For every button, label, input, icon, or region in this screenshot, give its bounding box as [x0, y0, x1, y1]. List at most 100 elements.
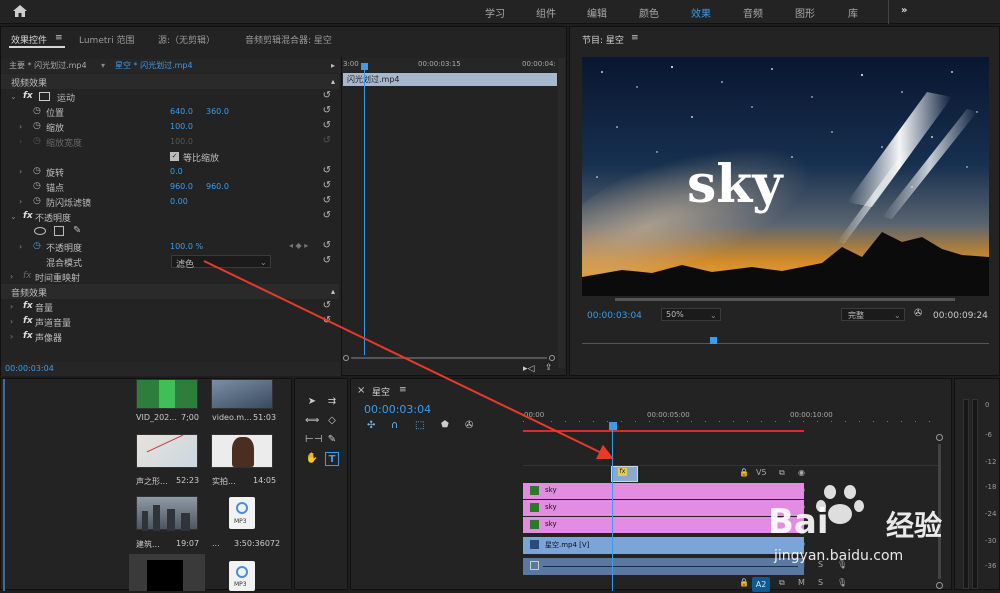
linked-selection-icon[interactable]: ⬚ [415, 420, 424, 431]
ellipse-mask-icon[interactable] [34, 227, 46, 235]
anchor-x-value[interactable]: 960.0 [170, 182, 193, 191]
reset-icon[interactable]: ↺ [323, 180, 331, 191]
expand-icon[interactable]: › [10, 302, 13, 311]
fx-icon[interactable]: fx [23, 301, 33, 311]
tab-audio-clip-mixer[interactable]: 音频剪辑混合器: 星空 [245, 33, 332, 46]
rotation-value[interactable]: 0.0 [170, 167, 183, 176]
snap-icon[interactable]: ∩ [391, 420, 398, 431]
selected-item-bg[interactable] [129, 554, 205, 591]
track-select-icon[interactable]: ⇉ [325, 395, 339, 409]
position-y-value[interactable]: 360.0 [206, 107, 229, 116]
media-thumbnail[interactable] [211, 434, 273, 468]
expand-icon[interactable]: › [10, 332, 13, 341]
expand-icon[interactable]: › [19, 122, 22, 131]
pen-tool-icon[interactable]: ✎ [325, 433, 339, 447]
export-icon[interactable]: ⇪ [545, 363, 553, 373]
microphone-icon[interactable]: 🎙 [837, 578, 847, 587]
ripple-edit-icon[interactable]: ⟺ [305, 414, 319, 428]
collapse-icon[interactable]: ▴ [331, 77, 335, 86]
v1-clip[interactable]: 星空.mp4 [V] [523, 537, 804, 554]
sequence-tab[interactable]: 星空 [372, 385, 390, 398]
mp3-file-icon[interactable]: MP3 [229, 561, 255, 591]
tab-lumetri-scopes[interactable]: Lumetri 范围 [79, 33, 134, 46]
sync-lock-icon[interactable]: ⧉ [779, 578, 785, 588]
transform-icon[interactable] [39, 92, 50, 101]
timeline-playhead-handle[interactable] [609, 422, 617, 430]
timeline-vscroll[interactable] [936, 434, 943, 591]
media-thumbnail[interactable] [136, 496, 198, 531]
program-scrubber[interactable] [582, 337, 989, 347]
pen-mask-icon[interactable]: ✎ [73, 225, 81, 236]
media-thumbnail[interactable] [211, 379, 273, 409]
dropdown-icon[interactable]: ▾ [101, 61, 105, 70]
video-preview[interactable]: sky [582, 57, 989, 296]
stopwatch-icon[interactable]: ◷ [33, 196, 41, 206]
nest-icon[interactable]: ✣ [367, 420, 375, 431]
hand-tool-icon[interactable]: ✋ [305, 452, 319, 466]
mini-clip[interactable]: 闪光划过.mp4 [343, 73, 557, 86]
mp3-file-icon[interactable]: MP3 [229, 497, 255, 529]
scroll-handle-right[interactable] [549, 355, 555, 361]
expand-icon[interactable]: › [19, 167, 22, 176]
close-icon[interactable]: × [357, 385, 365, 396]
scroll-handle[interactable] [936, 582, 943, 589]
play-only-icon[interactable]: ▸ [331, 61, 335, 70]
panel-menu-icon[interactable]: ≡ [399, 385, 407, 395]
expand-icon[interactable]: › [19, 242, 22, 251]
more-workspaces-button[interactable]: » [901, 5, 907, 16]
expand-icon[interactable]: ⌄ [10, 92, 17, 101]
lock-icon[interactable]: 🔒 [739, 578, 749, 587]
workspace-audio[interactable]: 音频 [743, 5, 763, 20]
workspace-graphics[interactable]: 图形 [795, 5, 815, 20]
scroll-handle[interactable] [936, 434, 943, 441]
ec-timecode[interactable]: 00:00:03:04 [5, 364, 54, 373]
media-thumbnail[interactable] [136, 379, 198, 409]
fx-icon[interactable]: fx [23, 316, 33, 326]
workspace-learn[interactable]: 学习 [485, 5, 505, 20]
master-clip-label[interactable]: 主要 * 闪光划过.mp4 [9, 60, 87, 71]
razor-tool-icon[interactable]: ◇ [325, 414, 339, 428]
blend-mode-select[interactable]: 滤色 ⌄ [171, 255, 271, 270]
wrench-icon[interactable]: ✇ [465, 420, 473, 431]
reset-icon[interactable]: ↺ [323, 120, 331, 131]
v2-clip[interactable]: sky [523, 517, 804, 533]
workspace-editing[interactable]: 编辑 [587, 5, 607, 20]
stopwatch-icon[interactable]: ◷ [33, 181, 41, 191]
panel-menu-icon[interactable]: ≡ [631, 33, 639, 43]
sequence-clip-label[interactable]: 星空 * 闪光划过.mp4 [115, 60, 193, 71]
workspace-color[interactable]: 颜色 [639, 5, 659, 20]
mute-button[interactable]: M [798, 578, 805, 587]
anchor-y-value[interactable]: 960.0 [206, 182, 229, 191]
reset-icon[interactable]: ↺ [323, 90, 331, 101]
program-playhead[interactable] [710, 337, 717, 344]
stopwatch-icon[interactable]: ◷ [33, 121, 41, 131]
reset-icon[interactable]: ↺ [323, 240, 331, 251]
rectangle-mask-icon[interactable] [54, 226, 64, 236]
type-tool-icon[interactable]: T [325, 452, 339, 466]
microphone-icon[interactable]: 🎙 [837, 560, 847, 569]
playhead-handle[interactable] [361, 63, 368, 70]
sync-lock-icon[interactable]: ⧉ [779, 468, 785, 478]
panel-menu-icon[interactable]: ≡ [55, 33, 63, 43]
v3-clip[interactable]: sky [523, 500, 804, 516]
media-thumbnail[interactable] [136, 434, 198, 468]
uniform-scale-checkbox[interactable]: ✓ [170, 152, 179, 161]
zoom-select[interactable]: 50% ⌄ [661, 308, 721, 321]
stopwatch-icon[interactable]: ◷ [33, 106, 41, 116]
mini-scrollbar[interactable] [343, 355, 557, 361]
reset-icon[interactable]: ↺ [323, 165, 331, 176]
reset-icon[interactable]: ↺ [323, 255, 331, 266]
expand-icon[interactable]: › [19, 197, 22, 206]
vertical-scrollbar[interactable] [558, 58, 565, 368]
eye-icon[interactable]: ◉ [798, 468, 805, 477]
program-monitor-title[interactable]: 节目: 星空 [582, 33, 624, 46]
expand-icon[interactable]: ⌄ [10, 212, 17, 221]
program-timecode[interactable]: 00:00:03:04 [587, 311, 642, 321]
mini-ruler[interactable]: 3:00 00:00:03:15 00:00:04: [342, 58, 557, 72]
tab-source[interactable]: 源:（无剪辑） [158, 33, 215, 46]
anti-flicker-value[interactable]: 0.00 [170, 197, 188, 206]
timeline-ruler[interactable]: 00:00 00:00:05:00 00:00:10:00 [523, 409, 941, 435]
collapse-icon[interactable]: ▴ [331, 287, 335, 296]
a1-clip[interactable] [523, 558, 804, 575]
opacity-value[interactable]: 100.0 % [170, 242, 203, 251]
